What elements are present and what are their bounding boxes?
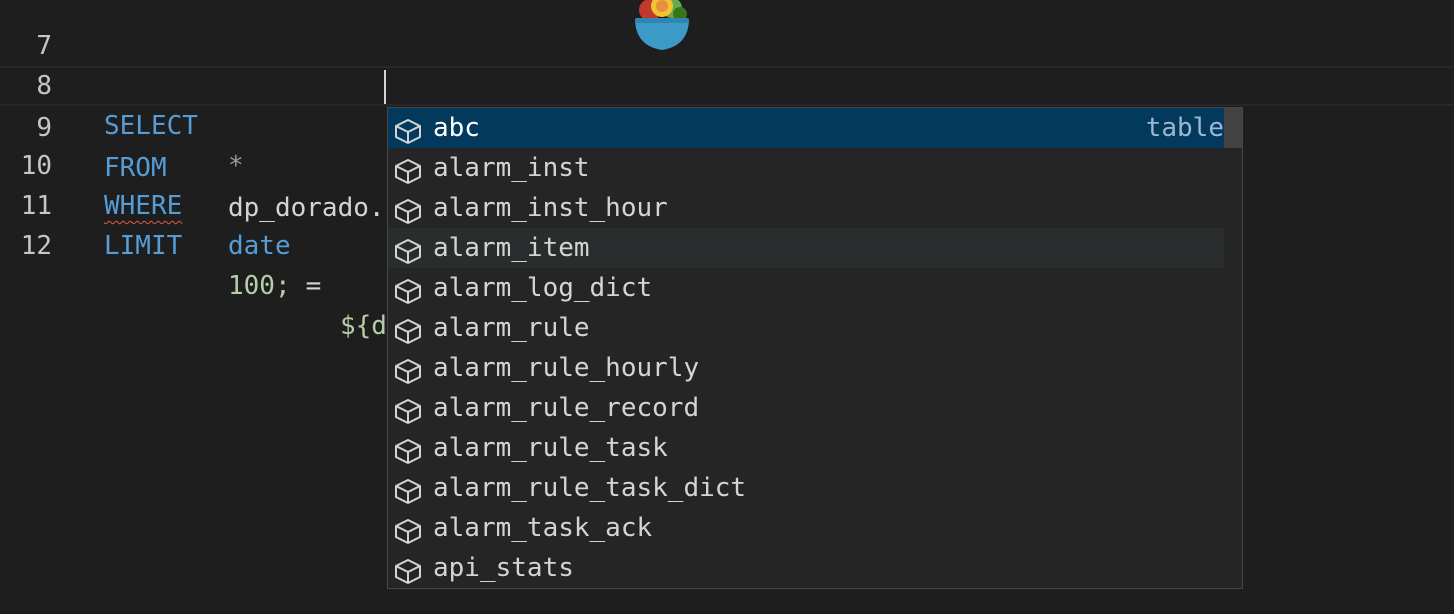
suggest-item[interactable]: alarm_log_dict (388, 268, 1224, 308)
table-cube-icon (394, 316, 422, 344)
operator-equals: = (290, 271, 337, 301)
suggest-item[interactable]: alarm_rule (388, 308, 1224, 348)
table-cube-icon (394, 156, 422, 184)
table-cube-icon (394, 236, 422, 264)
column-date: date (228, 231, 291, 261)
autocomplete-widget[interactable]: abc table alarm_inst alarm_inst_hour alarm_i… (387, 107, 1243, 589)
suggest-item[interactable]: alarm_rule_hourly (388, 348, 1224, 388)
line-number: 12 (20, 231, 52, 261)
suggest-item[interactable]: alarm_rule_task (388, 428, 1224, 468)
table-cube-icon (394, 116, 422, 144)
code-editor[interactable]: 7 8 SELECT * 9 FROM dp_dorado. 10 WHERE … (0, 0, 1454, 614)
table-cube-icon (394, 556, 422, 584)
suggest-item[interactable]: alarm_inst_hour (388, 188, 1224, 228)
suggest-item-label: alarm_rule_task_dict (433, 473, 747, 503)
suggest-item-detail: table (1145, 113, 1224, 143)
suggest-item[interactable]: abc table (388, 108, 1224, 148)
text-cursor (384, 70, 386, 104)
salad-bowl-icon (635, 0, 689, 50)
suggest-item-label: alarm_rule_record (433, 393, 700, 423)
suggest-item-label: api_stats (433, 553, 574, 583)
suggest-item-label: alarm_task_ack (433, 513, 653, 543)
suggest-item[interactable]: alarm_task_ack (388, 508, 1224, 548)
suggest-item-label: alarm_inst_hour (433, 193, 668, 223)
editor-line-9[interactable]: 9 FROM dp_dorado. (0, 66, 1454, 223)
table-cube-icon (394, 396, 422, 424)
suggest-item[interactable]: alarm_rule_task_dict (388, 468, 1224, 508)
suggest-item-label: alarm_inst (433, 153, 590, 183)
table-cube-icon (394, 356, 422, 384)
table-cube-icon (394, 436, 422, 464)
suggest-item-label: alarm_log_dict (433, 273, 653, 303)
editor-line-8[interactable]: 8 SELECT * (0, 26, 1454, 181)
suggest-scrollbar[interactable] (1224, 108, 1242, 148)
table-cube-icon (394, 476, 422, 504)
table-cube-icon (394, 196, 422, 224)
limit-value: 100; (228, 271, 291, 301)
suggest-item-label: alarm_rule_hourly (433, 353, 700, 383)
suggest-item[interactable]: api_stats (388, 548, 1224, 588)
table-cube-icon (394, 516, 422, 544)
suggest-item-label: alarm_item (433, 233, 590, 263)
suggest-item-label: alarm_rule (433, 313, 590, 343)
suggest-item[interactable]: alarm_rule_record (388, 388, 1224, 428)
suggest-item-label: alarm_rule_task (433, 433, 668, 463)
table-cube-icon (394, 276, 422, 304)
suggest-item[interactable]: alarm_inst (388, 148, 1224, 188)
suggest-item-label: abc (433, 113, 480, 143)
keyword-limit: LIMIT (104, 231, 183, 261)
variable-token: ${d (340, 311, 387, 341)
code-text: LIMIT (104, 226, 182, 266)
suggest-item[interactable]: alarm_item (388, 228, 1224, 268)
editor-line-7[interactable]: 7 (0, 0, 1454, 61)
